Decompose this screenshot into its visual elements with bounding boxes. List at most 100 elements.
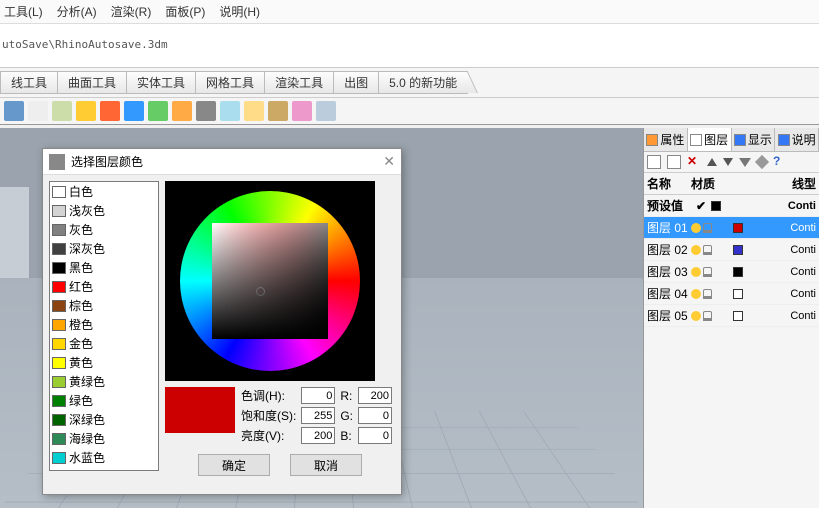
cancel-button[interactable]: 取消 <box>290 454 362 476</box>
layer-row[interactable]: 图层 04Conti <box>644 283 819 305</box>
color-list-item[interactable]: 绿色 <box>50 391 158 410</box>
menu-render[interactable]: 渲染(R) <box>111 3 152 20</box>
lock-icon[interactable] <box>703 311 712 321</box>
bulb-icon[interactable] <box>691 245 701 255</box>
toolbar-button-3[interactable] <box>76 101 96 121</box>
color-list-item[interactable]: 海绿色 <box>50 429 158 448</box>
toolbar-button-10[interactable] <box>244 101 264 121</box>
color-name: 棕色 <box>69 297 93 314</box>
b-input[interactable] <box>358 427 392 444</box>
color-list-item[interactable]: 青色 <box>50 467 158 471</box>
filter-icon[interactable] <box>739 158 751 167</box>
color-swatch <box>52 414 66 426</box>
layer-row[interactable]: 图层 05Conti <box>644 305 819 327</box>
toolbar-button-6[interactable] <box>148 101 168 121</box>
color-list-item[interactable]: 灰色 <box>50 220 158 239</box>
tab-drafting[interactable]: 出图 <box>333 71 379 94</box>
menu-help[interactable]: 说明(H) <box>219 3 260 20</box>
layer-swatch[interactable] <box>711 201 721 211</box>
color-list-item[interactable]: 黄色 <box>50 353 158 372</box>
panel-tab-icon <box>646 134 658 146</box>
layer-row[interactable]: 图层 01Conti <box>644 217 819 239</box>
toolbar-button-12[interactable] <box>292 101 312 121</box>
toolbar-button-5[interactable] <box>124 101 144 121</box>
tab-solid-tools[interactable]: 实体工具 <box>126 71 196 94</box>
color-list-item[interactable]: 浅灰色 <box>50 201 158 220</box>
tab-new-v5[interactable]: 5.0 的新功能 <box>378 71 468 94</box>
color-swatch <box>52 357 66 369</box>
layer-row[interactable]: 图层 02Conti <box>644 239 819 261</box>
color-list-item[interactable]: 棕色 <box>50 296 158 315</box>
panel-tab-属性[interactable]: 属性 <box>644 128 688 151</box>
color-list-item[interactable]: 黑色 <box>50 258 158 277</box>
toolbar-button-4[interactable] <box>100 101 120 121</box>
layer-preset-row[interactable]: 预设值 ✔ Conti <box>644 195 819 217</box>
new-sublayer-icon[interactable] <box>667 155 681 169</box>
delete-layer-icon[interactable]: ✕ <box>687 155 701 169</box>
sv-cursor[interactable] <box>256 287 265 296</box>
tab-mesh-tools[interactable]: 网格工具 <box>195 71 265 94</box>
main-toolbar <box>0 98 819 125</box>
move-up-icon[interactable] <box>707 158 717 166</box>
tab-line-tools[interactable]: 线工具 <box>0 71 58 94</box>
lock-icon[interactable] <box>703 245 712 255</box>
color-name: 深绿色 <box>69 411 105 428</box>
toolbar-button-8[interactable] <box>196 101 216 121</box>
color-list-item[interactable]: 黄绿色 <box>50 372 158 391</box>
dialog-titlebar[interactable]: 选择图层颜色 ✕ <box>43 149 401 175</box>
layer-swatch[interactable] <box>733 223 743 233</box>
command-line[interactable]: utoSave\RhinoAutosave.3dm <box>0 24 819 68</box>
lock-icon[interactable] <box>703 267 712 277</box>
bulb-icon[interactable] <box>691 223 701 233</box>
bulb-icon[interactable] <box>691 267 701 277</box>
help-icon[interactable]: ? <box>773 155 787 169</box>
color-list-item[interactable]: 金色 <box>50 334 158 353</box>
color-list-item[interactable]: 红色 <box>50 277 158 296</box>
toolbar-button-2[interactable] <box>52 101 72 121</box>
color-wheel-area[interactable] <box>165 181 375 381</box>
val-input[interactable] <box>301 427 335 444</box>
toolbar-button-1[interactable] <box>28 101 48 121</box>
toolbar-button-9[interactable] <box>220 101 240 121</box>
lock-icon[interactable] <box>703 289 712 299</box>
color-name: 灰色 <box>69 221 93 238</box>
new-layer-icon[interactable] <box>647 155 661 169</box>
layer-swatch[interactable] <box>733 289 743 299</box>
toolbar-button-7[interactable] <box>172 101 192 121</box>
bulb-icon[interactable] <box>691 311 701 321</box>
close-icon[interactable]: ✕ <box>383 153 395 170</box>
menu-analyze[interactable]: 分析(A) <box>57 3 97 20</box>
panel-tab-显示[interactable]: 显示 <box>732 128 776 151</box>
color-list-item[interactable]: 白色 <box>50 182 158 201</box>
sv-square[interactable] <box>212 223 328 339</box>
r-input[interactable] <box>358 387 392 404</box>
lock-icon[interactable] <box>703 223 712 233</box>
layer-swatch[interactable] <box>733 311 743 321</box>
tab-render-tools[interactable]: 渲染工具 <box>264 71 334 94</box>
panel-tab-说明[interactable]: 说明 <box>775 128 819 151</box>
sat-input[interactable] <box>301 407 335 424</box>
bulb-icon[interactable] <box>691 289 701 299</box>
hue-ring[interactable] <box>180 191 360 371</box>
color-list-item[interactable]: 水蓝色 <box>50 448 158 467</box>
menu-panels[interactable]: 面板(P) <box>165 3 205 20</box>
toolbar-button-11[interactable] <box>268 101 288 121</box>
panel-tab-图层[interactable]: 图层 <box>688 128 732 151</box>
tab-surface-tools[interactable]: 曲面工具 <box>57 71 127 94</box>
layer-swatch[interactable] <box>733 245 743 255</box>
named-color-list[interactable]: 白色浅灰色灰色深灰色黑色红色棕色橙色金色黄色黄绿色绿色深绿色海绿色水蓝色青色浅紫… <box>49 181 159 471</box>
move-down-icon[interactable] <box>723 158 733 166</box>
toolbar-button-0[interactable] <box>4 101 24 121</box>
menu-tools[interactable]: 工具(L) <box>4 3 43 20</box>
color-list-item[interactable]: 深灰色 <box>50 239 158 258</box>
layer-row[interactable]: 图层 03Conti <box>644 261 819 283</box>
panel-tab-icon <box>778 134 790 146</box>
g-input[interactable] <box>358 407 392 424</box>
hue-input[interactable] <box>301 387 335 404</box>
toolbar-button-13[interactable] <box>316 101 336 121</box>
layer-swatch[interactable] <box>733 267 743 277</box>
ok-button[interactable]: 确定 <box>198 454 270 476</box>
color-list-item[interactable]: 橙色 <box>50 315 158 334</box>
color-list-item[interactable]: 深绿色 <box>50 410 158 429</box>
tools-icon[interactable] <box>755 155 769 169</box>
